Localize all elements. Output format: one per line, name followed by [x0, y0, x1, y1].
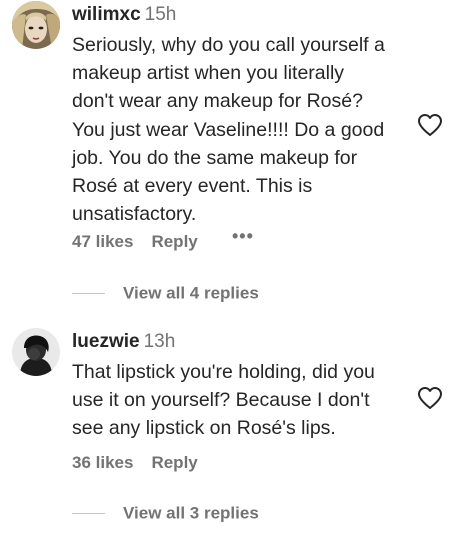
comment-text: That lipstick you're holding, did you us… [72, 361, 375, 440]
comment-header: luezwie 13h [72, 330, 414, 354]
more-options-icon[interactable]: ••• [232, 226, 254, 247]
heart-outline-icon[interactable] [417, 113, 443, 137]
comments-panel: wilimxc 15h Seriously, why do you call yo… [0, 0, 468, 535]
avatar[interactable] [12, 328, 60, 376]
comment-body: luezwie 13h That lipstick you're holding,… [72, 330, 414, 443]
replies-divider [72, 513, 105, 515]
avatar[interactable] [12, 1, 60, 49]
timestamp[interactable]: 13h [144, 331, 176, 352]
username[interactable]: wilimxc [72, 4, 141, 25]
comment-body: wilimxc 15h Seriously, why do you call yo… [72, 3, 414, 228]
heart-outline-icon[interactable] [417, 386, 443, 410]
comment-header: wilimxc 15h [72, 3, 414, 27]
likes-count[interactable]: 36 likes [72, 453, 133, 472]
reply-button[interactable]: Reply [151, 232, 197, 251]
view-replies-label[interactable]: View all 4 replies [123, 284, 259, 303]
replies-divider [72, 293, 105, 295]
reply-button[interactable]: Reply [151, 453, 197, 472]
comment-actions: 47 likes Reply ••• [72, 226, 253, 252]
avatar-image [12, 1, 60, 49]
likes-count[interactable]: 47 likes [72, 232, 133, 251]
comment-text: Seriously, why do you call yourself a ma… [72, 34, 385, 226]
username[interactable]: luezwie [72, 331, 140, 352]
timestamp[interactable]: 15h [145, 4, 177, 25]
view-replies-label[interactable]: View all 3 replies [123, 504, 259, 523]
view-replies-button[interactable]: View all 4 replies [72, 283, 259, 304]
avatar-image [12, 328, 60, 376]
comment-actions: 36 likes Reply [72, 453, 198, 473]
view-replies-button[interactable]: View all 3 replies [72, 503, 259, 524]
